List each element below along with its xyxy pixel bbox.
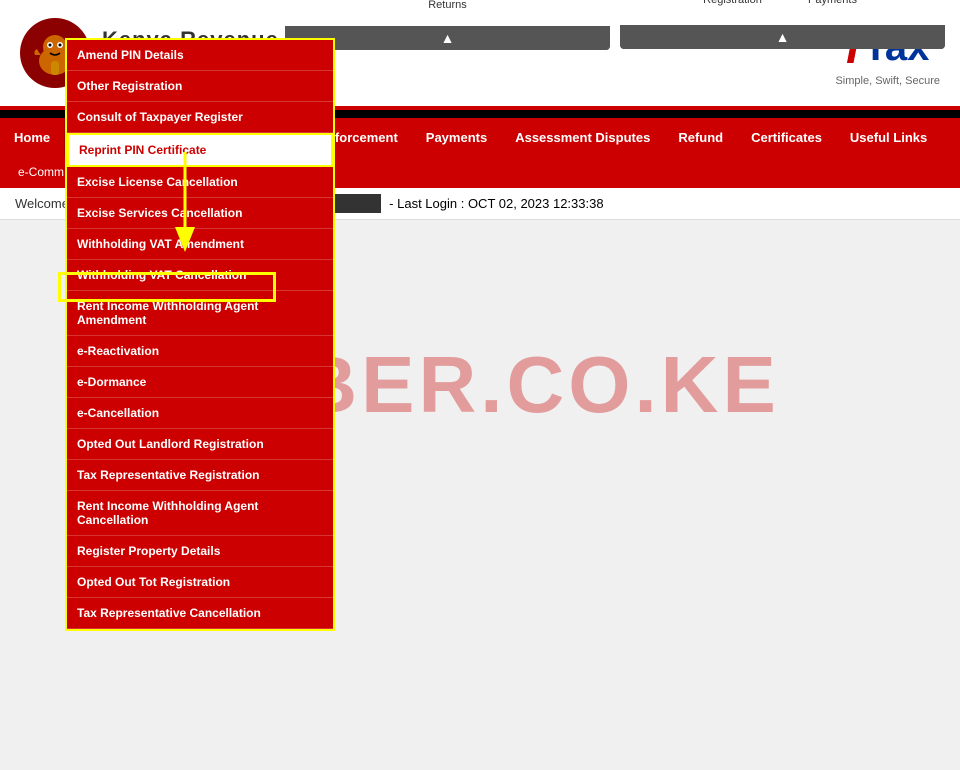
dropdown-e-reactivation[interactable]: e-Reactivation — [67, 336, 333, 367]
dropdown-excise-license[interactable]: Excise License Cancellation — [67, 167, 333, 198]
dropdown-tax-rep-cancellation[interactable]: Tax Representative Cancellation — [67, 598, 333, 629]
consult-returns-item[interactable]: 🗂️ Consult e-Returns — [408, 0, 488, 11]
nav-certificates[interactable]: Certificates — [737, 118, 836, 156]
nav-home[interactable]: Home — [0, 118, 64, 156]
consult-payments-item[interactable]: 💰 Consult Payments — [793, 0, 873, 6]
itax-tagline: Simple, Swift, Secure — [835, 75, 940, 87]
payment-registration-item[interactable]: 🖨️ Payment Registration — [693, 0, 773, 6]
payment-registration-label: Payment Registration — [693, 0, 773, 6]
nav-payments[interactable]: Payments — [412, 118, 501, 156]
dropdown-withholding-vat-cancellation[interactable]: Withholding VAT Cancellation — [67, 260, 333, 291]
welcome-label: Welcome — [15, 196, 69, 211]
dropdown-rent-income-amendment[interactable]: Rent Income Withholding Agent Amendment — [67, 291, 333, 336]
nav-assessment-disputes[interactable]: Assessment Disputes — [501, 118, 664, 156]
nav-useful-links[interactable]: Useful Links — [836, 118, 941, 156]
dropdown-opted-out-landlord[interactable]: Opted Out Landlord Registration — [67, 429, 333, 460]
consult-returns-label: Consult e-Returns — [408, 0, 488, 11]
e-payments-arrow[interactable]: ▲ — [620, 25, 945, 49]
nav-refund[interactable]: Refund — [664, 118, 737, 156]
dropdown-withholding-vat-amendment[interactable]: Withholding VAT Amendment — [67, 229, 333, 260]
last-login: - Last Login : OCT 02, 2023 12:33:38 — [389, 196, 603, 211]
dropdown-excise-services[interactable]: Excise Services Cancellation — [67, 198, 333, 229]
dropdown-other-registration[interactable]: Other Registration — [67, 71, 333, 102]
e-payments-panel: e-Payments 🖨️ Payment Registration 💰 Con… — [620, 0, 945, 58]
dropdown-tax-representative[interactable]: Tax Representative Registration — [67, 460, 333, 491]
dropdown-register-property[interactable]: Register Property Details — [67, 536, 333, 567]
dropdown-e-cancellation[interactable]: e-Cancellation — [67, 398, 333, 429]
registration-dropdown: Amend PIN Details Other Registration Con… — [65, 38, 335, 631]
dropdown-reprint-pin[interactable]: Reprint PIN Certificate — [67, 133, 333, 167]
e-payments-body: 🖨️ Payment Registration 💰 Consult Paymen… — [620, 0, 945, 25]
dropdown-opted-out-tot[interactable]: Opted Out Tot Registration — [67, 567, 333, 598]
sub-nav-ecomm[interactable]: e-Comm — [10, 165, 72, 179]
consult-payments-label: Consult Payments — [793, 0, 873, 6]
e-returns-body: 🗂️ Consult e-Returns — [285, 0, 610, 26]
dropdown-amend-pin[interactable]: Amend PIN Details — [67, 40, 333, 71]
dropdown-e-dormance[interactable]: e-Dormance — [67, 367, 333, 398]
dropdown-consult-taxpayer[interactable]: Consult of Taxpayer Register — [67, 102, 333, 133]
dropdown-rent-income-cancellation[interactable]: Rent Income Withholding Agent Cancellati… — [67, 491, 333, 536]
